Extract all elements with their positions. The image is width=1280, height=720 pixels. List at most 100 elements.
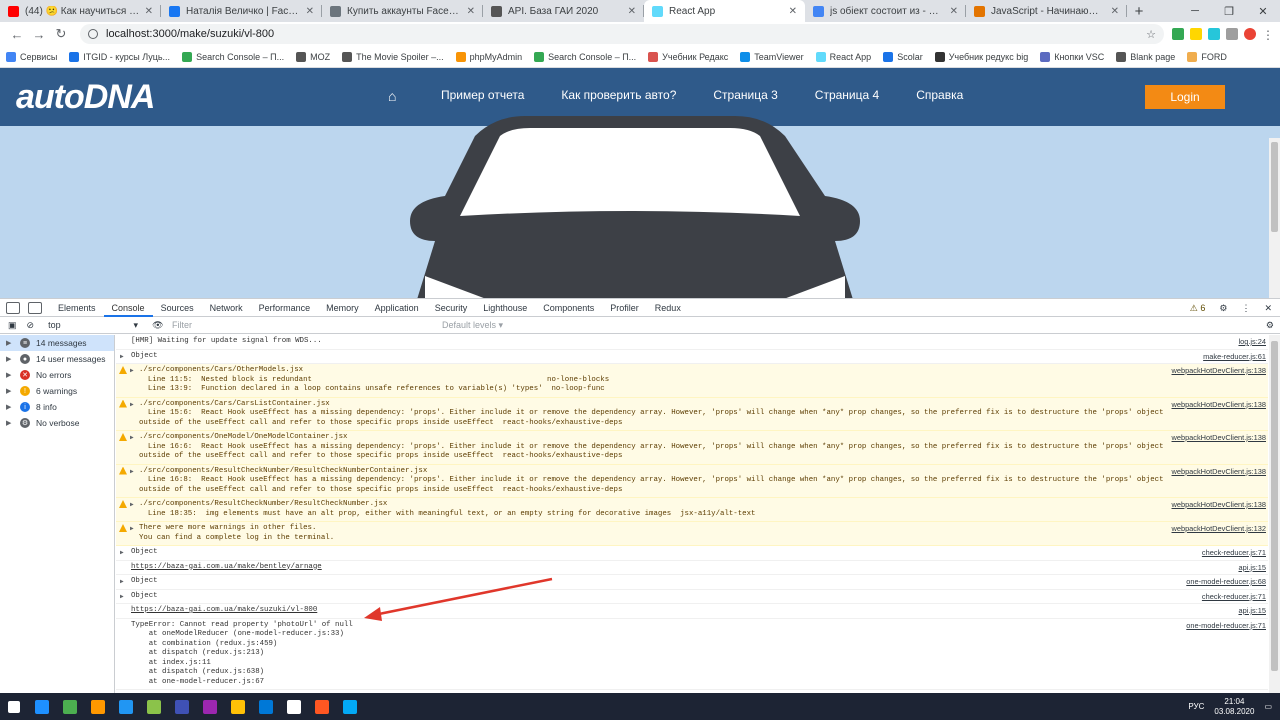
- bookmark-item[interactable]: Blank page: [1116, 51, 1175, 62]
- chevron-right-icon[interactable]: ▶: [6, 387, 14, 395]
- source-link[interactable]: make-reducer.js:61: [1203, 352, 1266, 362]
- bookmark-item[interactable]: Учебник редукс big: [934, 51, 1028, 62]
- expand-arrow-icon[interactable]: ▶: [130, 433, 134, 443]
- taskbar-app-icon[interactable]: [28, 693, 56, 720]
- info-icon[interactable]: [88, 29, 98, 39]
- bookmark-item[interactable]: Search Console – П...: [182, 51, 284, 62]
- console-link[interactable]: https://baza-gai.com.ua/make/suzuki/vl-8…: [131, 606, 1188, 616]
- browser-tab[interactable]: JavaScript - Начинающий Redux ✕: [966, 0, 1127, 22]
- browser-tab[interactable]: Наталія Величко | Facebook ✕: [161, 0, 322, 22]
- kebab-menu-icon[interactable]: ⋮: [1241, 303, 1250, 314]
- devtools-tab[interactable]: Application: [367, 299, 427, 317]
- chevron-right-icon[interactable]: ▶: [6, 403, 14, 411]
- close-tab-icon[interactable]: ✕: [467, 6, 475, 17]
- chevron-right-icon[interactable]: ▶: [6, 339, 14, 347]
- expand-arrow-icon[interactable]: ▶: [130, 366, 134, 376]
- console-scrollbar[interactable]: [1269, 335, 1280, 693]
- taskbar-app-icon[interactable]: [56, 693, 84, 720]
- taskbar-app-icon[interactable]: [168, 693, 196, 720]
- expand-arrow-icon[interactable]: ▶: [120, 592, 124, 602]
- source-link[interactable]: webpackHotDevClient.js:132: [1172, 524, 1266, 534]
- source-link[interactable]: webpackHotDevClient.js:138: [1172, 433, 1266, 443]
- devtools-tab[interactable]: Redux: [647, 299, 689, 317]
- close-tab-icon[interactable]: ✕: [145, 6, 153, 17]
- bookmark-item[interactable]: React App: [815, 51, 871, 62]
- close-tab-icon[interactable]: ✕: [950, 6, 958, 17]
- close-tab-icon[interactable]: ✕: [306, 6, 314, 17]
- chevron-right-icon[interactable]: ▶: [6, 419, 14, 427]
- login-button[interactable]: Login: [1145, 85, 1225, 109]
- language-indicator[interactable]: РУС: [1188, 702, 1204, 711]
- site-logo[interactable]: autoDNA: [16, 78, 155, 117]
- devtools-tab[interactable]: Lighthouse: [475, 299, 535, 317]
- browser-tab[interactable]: API. База ГАИ 2020 ✕: [483, 0, 644, 22]
- devtools-tab[interactable]: Console: [103, 299, 153, 317]
- extension-icon[interactable]: [1226, 28, 1238, 40]
- devtools-tab[interactable]: Elements: [50, 299, 104, 317]
- bookmark-item[interactable]: Кнопки VSC: [1040, 51, 1104, 62]
- devtools-tab[interactable]: Network: [202, 299, 251, 317]
- bookmark-item[interactable]: Сервисы: [6, 51, 57, 62]
- expand-arrow-icon[interactable]: ▶: [130, 467, 134, 477]
- extension-icon[interactable]: [1172, 28, 1184, 40]
- close-tab-icon[interactable]: ✕: [789, 6, 797, 17]
- source-link[interactable]: api.js:15: [1238, 563, 1266, 573]
- bookmark-item[interactable]: The Movie Spoiler –...: [342, 51, 444, 62]
- restore-icon[interactable]: ❐: [1212, 0, 1246, 22]
- browser-tab[interactable]: React App ✕: [644, 0, 805, 22]
- browser-tab[interactable]: (44) 😕 Как научиться бегать ✕: [0, 0, 161, 22]
- console-filter-item[interactable]: ▶ ⚙ No verbose: [0, 415, 114, 431]
- avatar[interactable]: [1244, 28, 1256, 40]
- bookmark-item[interactable]: TeamViewer: [740, 51, 804, 62]
- source-link[interactable]: webpackHotDevClient.js:138: [1172, 366, 1266, 376]
- clear-console-icon[interactable]: ⊘: [27, 320, 35, 331]
- source-link[interactable]: api.js:15: [1238, 606, 1266, 616]
- close-tab-icon[interactable]: ✕: [1111, 6, 1119, 17]
- extension-icon[interactable]: [1190, 28, 1202, 40]
- nav-sample-report[interactable]: Пример отчета: [441, 88, 524, 102]
- browser-tab[interactable]: Купить аккаунты Facebook для ✕: [322, 0, 483, 22]
- log-levels-select[interactable]: Default levels ▾: [442, 320, 503, 331]
- expand-arrow-icon[interactable]: ▶: [120, 548, 124, 558]
- warnings-badge[interactable]: ⚠ 6: [1190, 303, 1206, 314]
- source-link[interactable]: webpackHotDevClient.js:138: [1172, 467, 1266, 477]
- clock[interactable]: 21:04 03.08.2020: [1214, 697, 1254, 717]
- nav-page-4[interactable]: Страница 4: [815, 88, 879, 102]
- notifications-icon[interactable]: ▭: [1264, 702, 1272, 711]
- console-filter-item[interactable]: ▶! 6 warnings: [0, 383, 114, 399]
- new-tab-button[interactable]: +: [1127, 0, 1151, 22]
- expand-arrow-icon[interactable]: ▶: [120, 577, 124, 587]
- console-link[interactable]: https://baza-gai.com.ua/make/bentley/arn…: [131, 563, 1188, 573]
- source-link[interactable]: log.js:24: [1238, 337, 1266, 347]
- close-devtools-icon[interactable]: ✕: [1264, 303, 1272, 314]
- sidebar-toggle-icon[interactable]: ▣: [8, 320, 17, 331]
- bookmark-item[interactable]: Учебник Редакс: [648, 51, 728, 62]
- source-link[interactable]: one-model-reducer.js:68: [1186, 577, 1266, 587]
- taskbar-app-icon[interactable]: [336, 693, 364, 720]
- settings-icon[interactable]: ⚙: [1219, 303, 1227, 314]
- devtools-tab[interactable]: Security: [427, 299, 476, 317]
- nav-help[interactable]: Справка: [916, 88, 963, 102]
- nav-how-to-check[interactable]: Как проверить авто?: [561, 88, 676, 102]
- bookmark-item[interactable]: Scolar: [883, 51, 923, 62]
- devtools-tab[interactable]: Components: [535, 299, 602, 317]
- close-tab-icon[interactable]: ✕: [628, 6, 636, 17]
- taskbar-app-icon[interactable]: [84, 693, 112, 720]
- taskbar-app-icon[interactable]: [252, 693, 280, 720]
- kebab-menu-icon[interactable]: ⋮: [1262, 28, 1274, 42]
- devtools-tab[interactable]: Sources: [153, 299, 202, 317]
- console-filter-item[interactable]: ▶ i 8 info: [0, 399, 114, 415]
- minimize-icon[interactable]: ─: [1178, 0, 1212, 22]
- bookmark-item[interactable]: Search Console – П...: [534, 51, 636, 62]
- chevron-right-icon[interactable]: ▶: [6, 355, 14, 363]
- eye-icon[interactable]: 👁: [152, 320, 163, 331]
- device-toolbar-icon[interactable]: [28, 301, 42, 314]
- taskbar-app-icon[interactable]: [112, 693, 140, 720]
- taskbar-app-icon[interactable]: [280, 693, 308, 720]
- back-icon[interactable]: ←: [6, 27, 28, 42]
- star-icon[interactable]: ☆: [1146, 28, 1156, 41]
- forward-icon[interactable]: →: [28, 27, 50, 42]
- expand-arrow-icon[interactable]: ▶: [130, 500, 134, 510]
- console-settings-icon[interactable]: ⚙: [1266, 320, 1274, 331]
- console-filter-item[interactable]: ▶ ≡ 14 messages: [0, 335, 114, 351]
